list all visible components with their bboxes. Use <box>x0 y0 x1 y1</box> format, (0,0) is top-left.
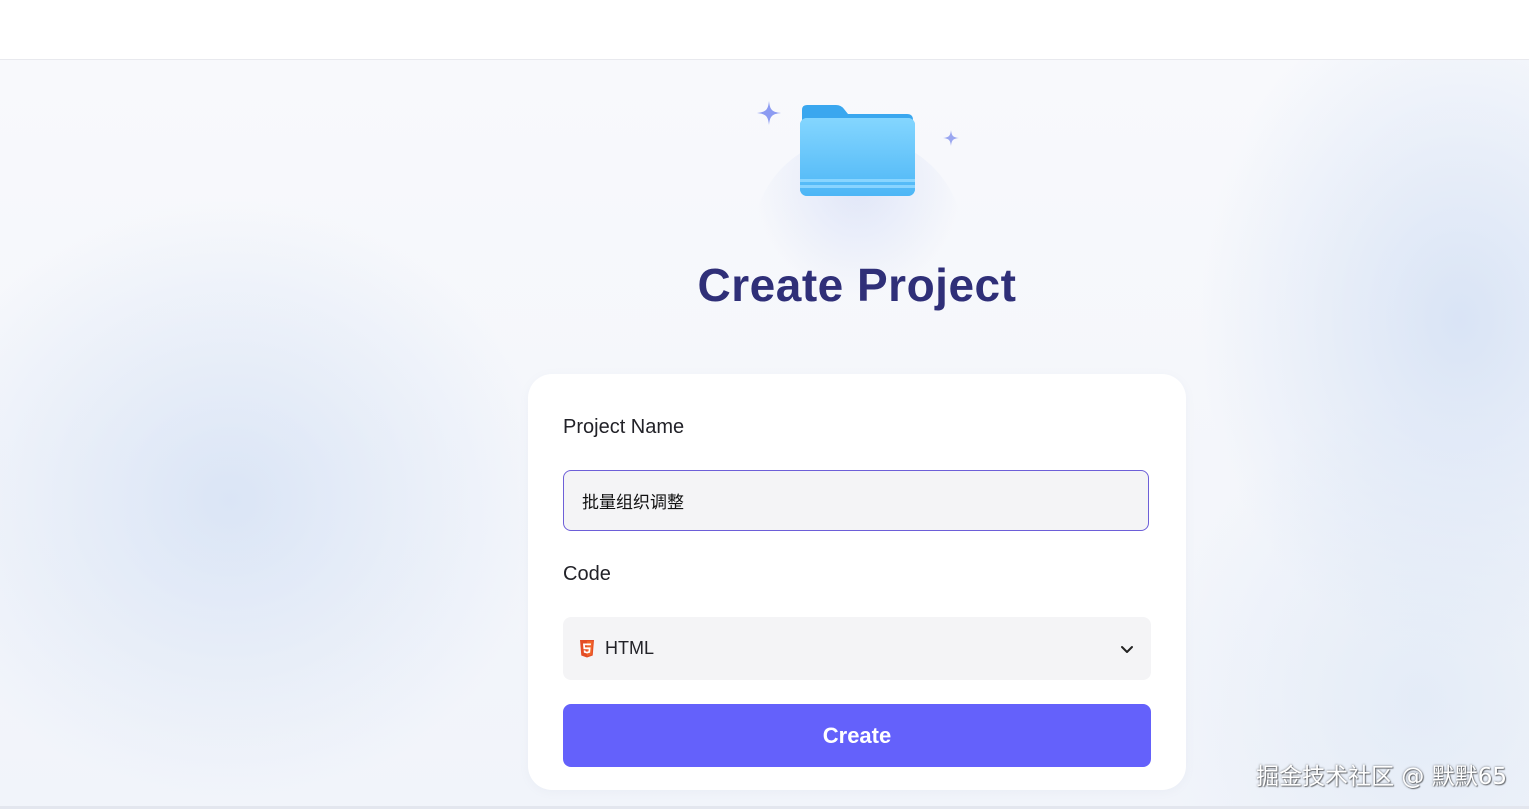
folder-icon <box>800 105 915 196</box>
sparkle-small-icon <box>943 130 959 146</box>
page: Create Project Project Name Code HTML Cr… <box>0 0 1529 809</box>
code-select[interactable]: HTML <box>563 617 1151 680</box>
chevron-down-icon <box>1121 646 1133 653</box>
watermark: 掘金技术社区 @ 默默65 <box>1256 764 1507 790</box>
top-bar <box>0 0 1529 60</box>
create-button[interactable]: Create <box>563 704 1151 767</box>
page-title: Create Project <box>697 259 1017 311</box>
project-name-input[interactable] <box>563 470 1149 531</box>
code-select-value: HTML <box>605 638 654 658</box>
code-label: Code <box>563 563 611 585</box>
project-name-label: Project Name <box>563 416 685 438</box>
html5-icon <box>580 640 594 658</box>
sparkle-icon <box>757 101 781 125</box>
create-project-card: Project Name Code HTML Create <box>528 374 1186 790</box>
